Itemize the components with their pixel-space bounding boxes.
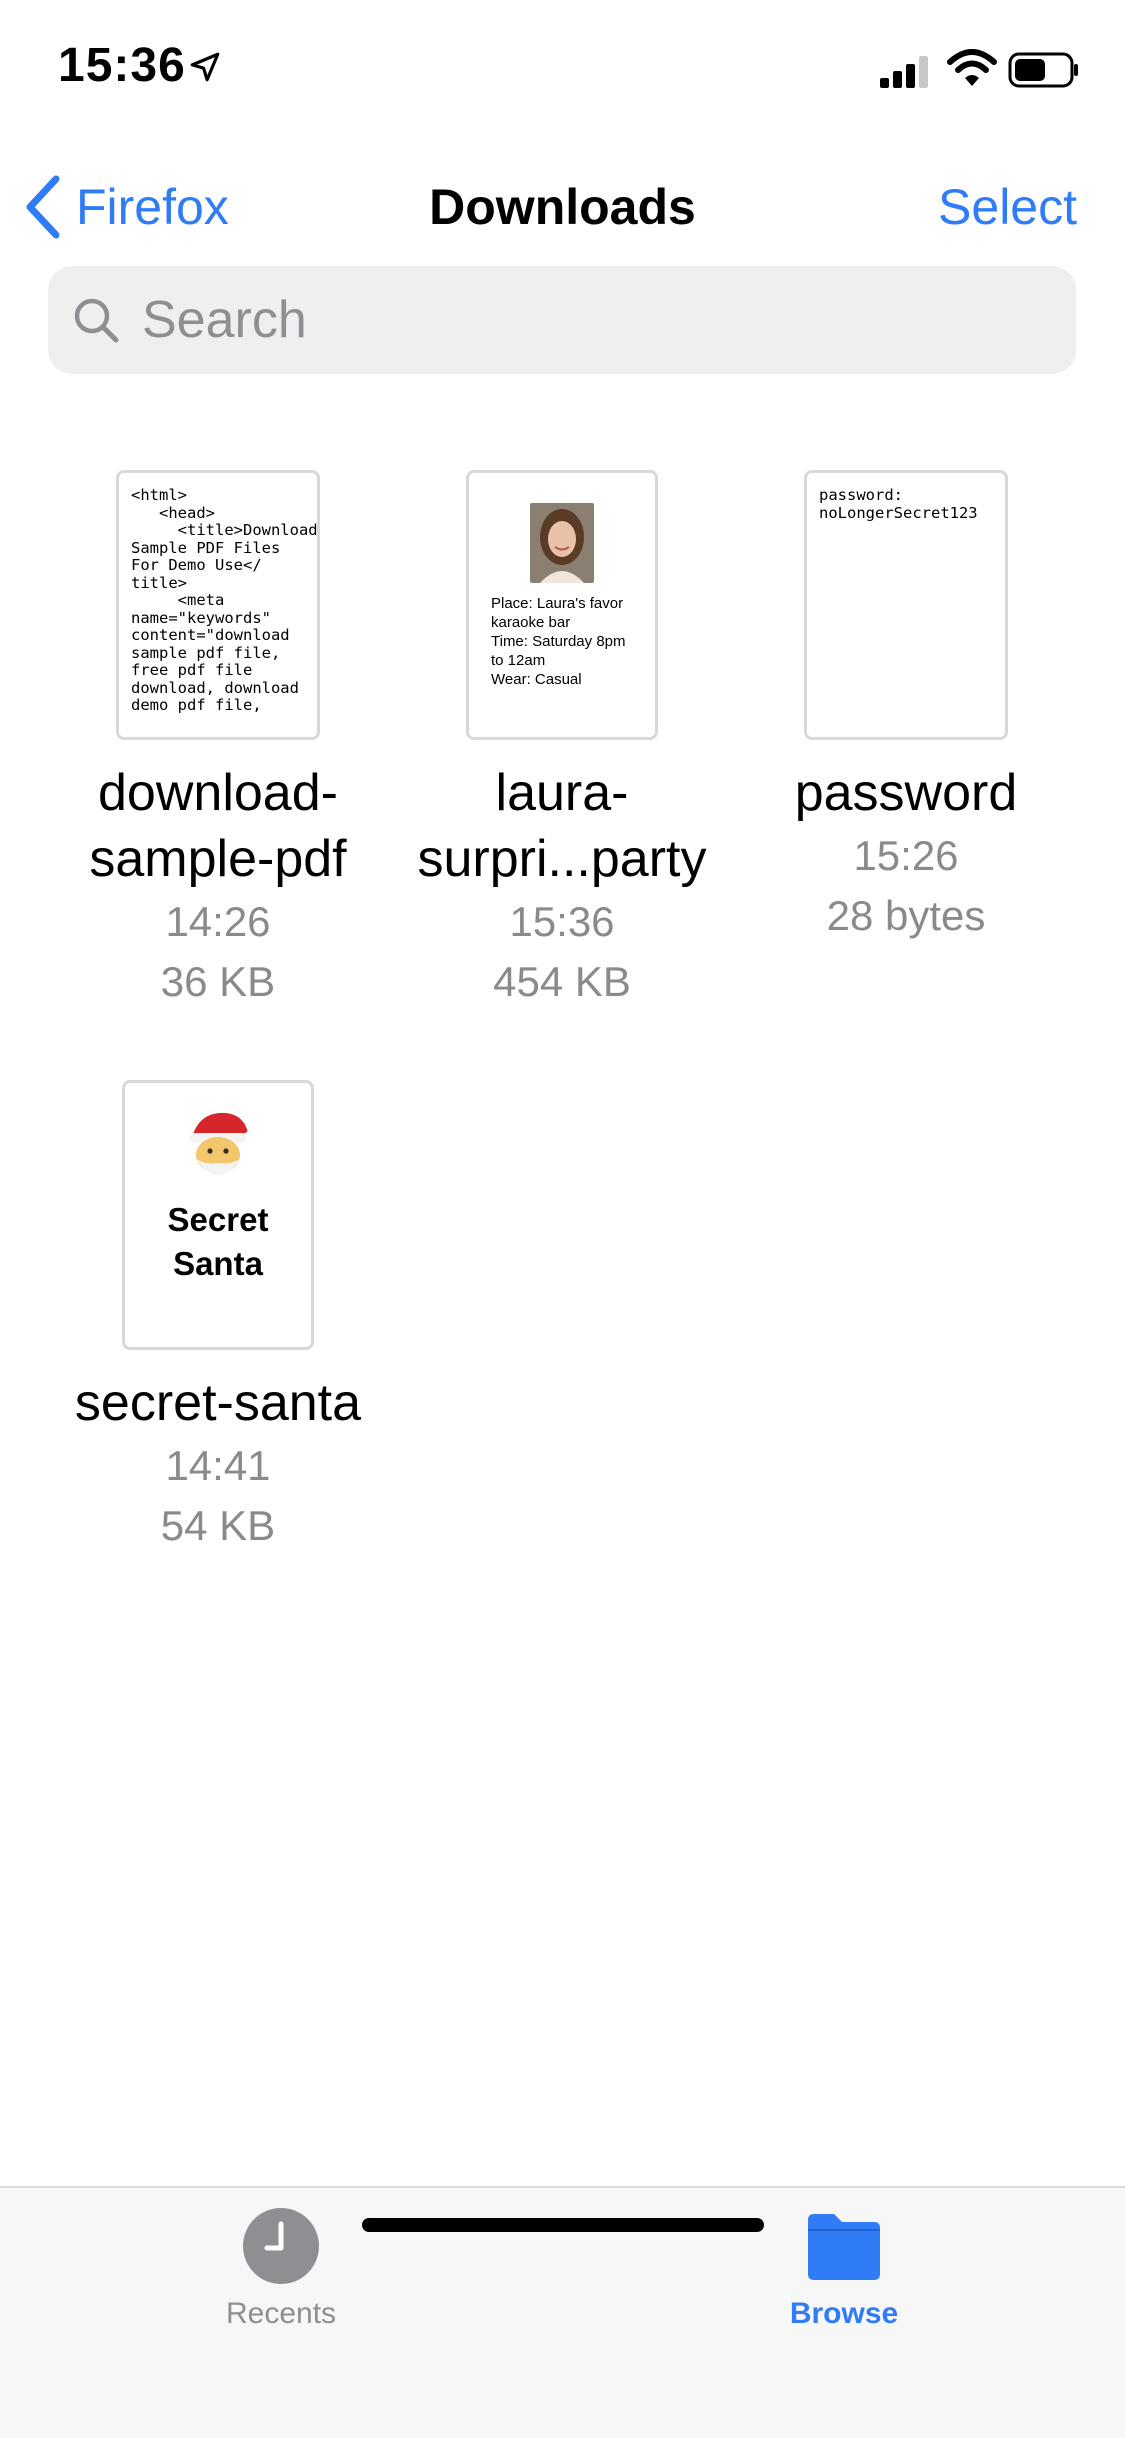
back-button[interactable]: Firefox [24,172,229,242]
file-time: 15:26 [853,832,959,879]
file-thumbnail: Place: Laura's favor karaoke bar Time: S… [466,470,658,740]
file-thumbnail: password: noLongerSecret123 [804,470,1008,740]
tab-label: Browse [789,2297,899,2330]
file-name-line: laura- [495,764,629,822]
search-bar[interactable] [48,266,1076,374]
home-indicator [362,2218,764,2232]
file-size: 454 KB [493,958,631,1005]
file-name-line: surpri...party [417,830,707,888]
file-item[interactable]: Place: Laura's favor karaoke bar Time: S… [390,470,734,1012]
file-size: 54 KB [160,1502,276,1549]
file-name: secret-santa [74,1374,362,1432]
tab-label: Recents [225,2297,337,2330]
navigation-bar: Firefox Downloads Select [0,150,1125,250]
file-name-line: sample-pdf [89,830,347,888]
file-time: 14:26 [165,898,271,945]
file-time: 14:41 [165,1442,271,1489]
battery-icon [1008,52,1078,88]
back-button-label: Firefox [76,179,229,235]
secret-santa-preview-text: Secret Santa [167,1201,269,1282]
search-input[interactable] [140,289,1044,351]
file-thumbnail: <html> <head> <title>Download Sample PDF… [116,470,320,740]
file-name: download- sample-pdf [46,760,390,892]
file-time: 15:36 [509,898,615,945]
clock-icon [243,2208,319,2284]
file-size: 28 bytes [826,892,986,939]
file-thumbnail: Secret Santa [122,1080,314,1350]
select-button[interactable]: Select [938,172,1077,242]
file-item[interactable]: Secret Santa secret-santa 14:41 54 KB [46,1080,390,1556]
file-size: 36 KB [160,958,276,1005]
santa-icon [190,1112,256,1175]
status-time: 15:36 [58,39,186,92]
file-item[interactable]: <html> <head> <title>Download Sample PDF… [46,470,390,1012]
folder-icon [808,2214,880,2280]
wifi-icon [947,49,997,86]
file-name: laura- surpri...party [390,760,734,892]
file-name: password [794,764,1018,822]
cellular-signal-icon [880,56,928,88]
search-icon [74,298,119,343]
invite-preview-text: Place: Laura's favor karaoke bar Time: S… [491,595,626,688]
file-name-line: download- [98,764,338,822]
chevron-left-icon [26,175,60,239]
location-arrow-icon [190,52,220,82]
status-bar: 15:36 [0,0,1125,132]
portrait-photo [530,503,594,583]
file-item[interactable]: password: noLongerSecret123 password 15:… [734,470,1078,946]
